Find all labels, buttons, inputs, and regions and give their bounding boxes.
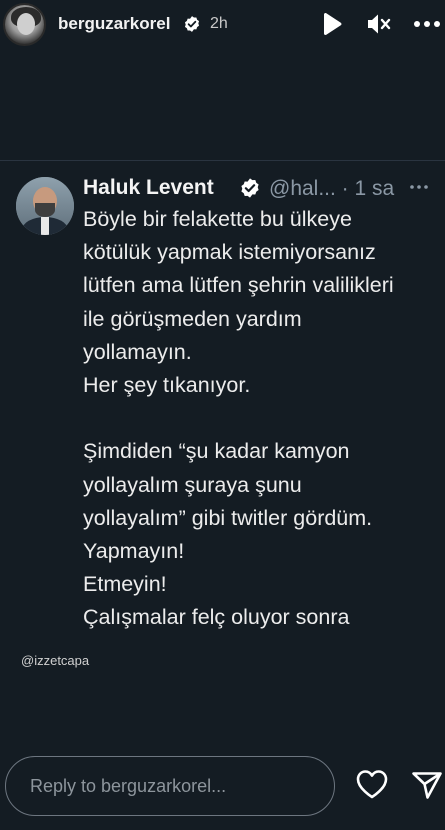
tweet-text: Böyle bir felakette bu ülkeye kötülük ya…: [83, 203, 433, 635]
story-username[interactable]: berguzarkorel: [58, 14, 170, 34]
story-viewer: berguzarkorel 2h Haluk Levent @hal... · …: [0, 0, 445, 830]
tweet-line: Her şey tıkanıyor.: [83, 373, 251, 398]
tweet-more-icon: [410, 185, 428, 189]
tweet-author-avatar: [16, 177, 74, 235]
tweet-line: Yapmayın!: [83, 539, 185, 564]
tweet-line: Şimdiden “şu kadar kamyon: [83, 439, 350, 464]
more-horizontal-icon[interactable]: [413, 12, 441, 36]
send-icon[interactable]: [411, 770, 443, 800]
verified-badge-icon: [184, 16, 200, 32]
tweet-line: lütfen ama lütfen şehrin valilikleri: [83, 273, 394, 298]
tweet-author-name: Haluk Levent: [83, 176, 214, 199]
verified-badge-icon: [241, 178, 259, 198]
speaker-muted-icon[interactable]: [366, 12, 392, 36]
tweet-line: yollayalım şuraya şunu: [83, 472, 302, 497]
mention-credit[interactable]: @izzetcapa: [21, 653, 89, 668]
tweet-line: yollamayın.: [83, 339, 192, 364]
tweet-line: ile görüşmeden yardım: [83, 306, 302, 331]
tweet-line: Çalışmalar felç oluyor sonra: [83, 605, 350, 630]
play-icon[interactable]: [321, 12, 343, 36]
tweet-line: Böyle bir felakette bu ülkeye: [83, 207, 352, 231]
reply-input[interactable]: [5, 756, 335, 816]
story-time: 2h: [210, 15, 228, 32]
tweet-card: Haluk Levent @hal... · 1 sa Böyle bir fe…: [0, 160, 445, 636]
tweet-line: Etmeyin!: [83, 572, 167, 597]
heart-icon[interactable]: [355, 768, 389, 800]
tweet-line: yollayalım” gibi twitler gördüm.: [83, 505, 373, 530]
avatar-shirt: [41, 217, 49, 235]
story-header: berguzarkorel 2h: [0, 0, 445, 52]
avatar[interactable]: [3, 3, 46, 46]
avatar-face: [17, 13, 35, 35]
avatar-beard: [35, 203, 55, 217]
tweet-line: kötülük yapmak istemiyorsanız: [83, 240, 376, 265]
tweet-handle-time: @hal... · 1 sa: [269, 177, 395, 200]
